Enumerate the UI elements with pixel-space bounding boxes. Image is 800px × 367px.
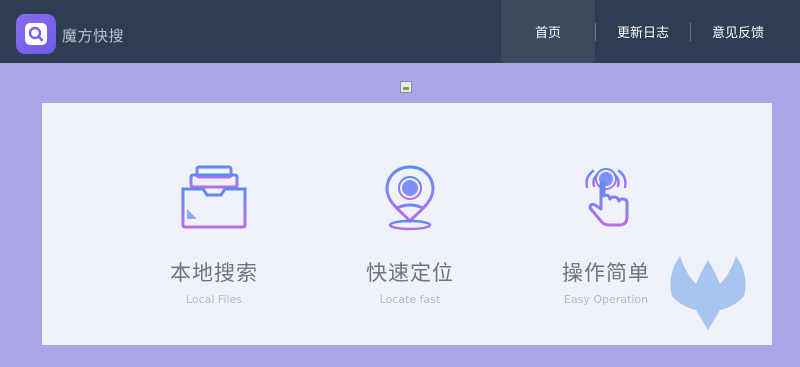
folder-inbox-icon [181, 165, 247, 229]
app-logo[interactable] [16, 14, 56, 54]
feature-easy-operation: 操作简单 Easy Operation [526, 163, 686, 306]
feature-title: 操作简单 [562, 261, 650, 285]
feature-subtitle: Easy Operation [563, 293, 649, 306]
nav-item-home[interactable]: 首页 [501, 0, 595, 63]
app-brand-name: 魔方快搜 [62, 27, 125, 45]
feature-locate-fast: 快速定位 Locate fast [330, 163, 490, 306]
broken-image-icon [400, 81, 412, 93]
feature-title: 快速定位 [366, 261, 454, 285]
top-nav-bar: 魔方快搜 首页 更新日志 意见反馈 [0, 0, 800, 63]
tap-hand-icon [585, 168, 629, 227]
watermark-logo [670, 256, 746, 330]
main-nav: 首页 更新日志 意见反馈 [501, 0, 785, 63]
feature-subtitle: Locate fast [379, 293, 441, 306]
nav-item-label: 首页 [534, 26, 561, 41]
nav-item-label: 更新日志 [616, 26, 669, 41]
features-panel: 本地搜索 Local Files 快速定位 Locate fast 操作简单 E… [42, 103, 772, 345]
nav-item-label: 意见反馈 [711, 26, 764, 41]
feature-local-search: 本地搜索 Local Files [134, 163, 294, 306]
search-icon [25, 23, 47, 45]
nav-item-feedback[interactable]: 意见反馈 [691, 0, 785, 63]
feature-title: 本地搜索 [170, 261, 258, 285]
map-pin-icon [385, 165, 435, 231]
feature-subtitle: Local Files [185, 293, 243, 306]
nav-item-changelog[interactable]: 更新日志 [596, 0, 690, 63]
